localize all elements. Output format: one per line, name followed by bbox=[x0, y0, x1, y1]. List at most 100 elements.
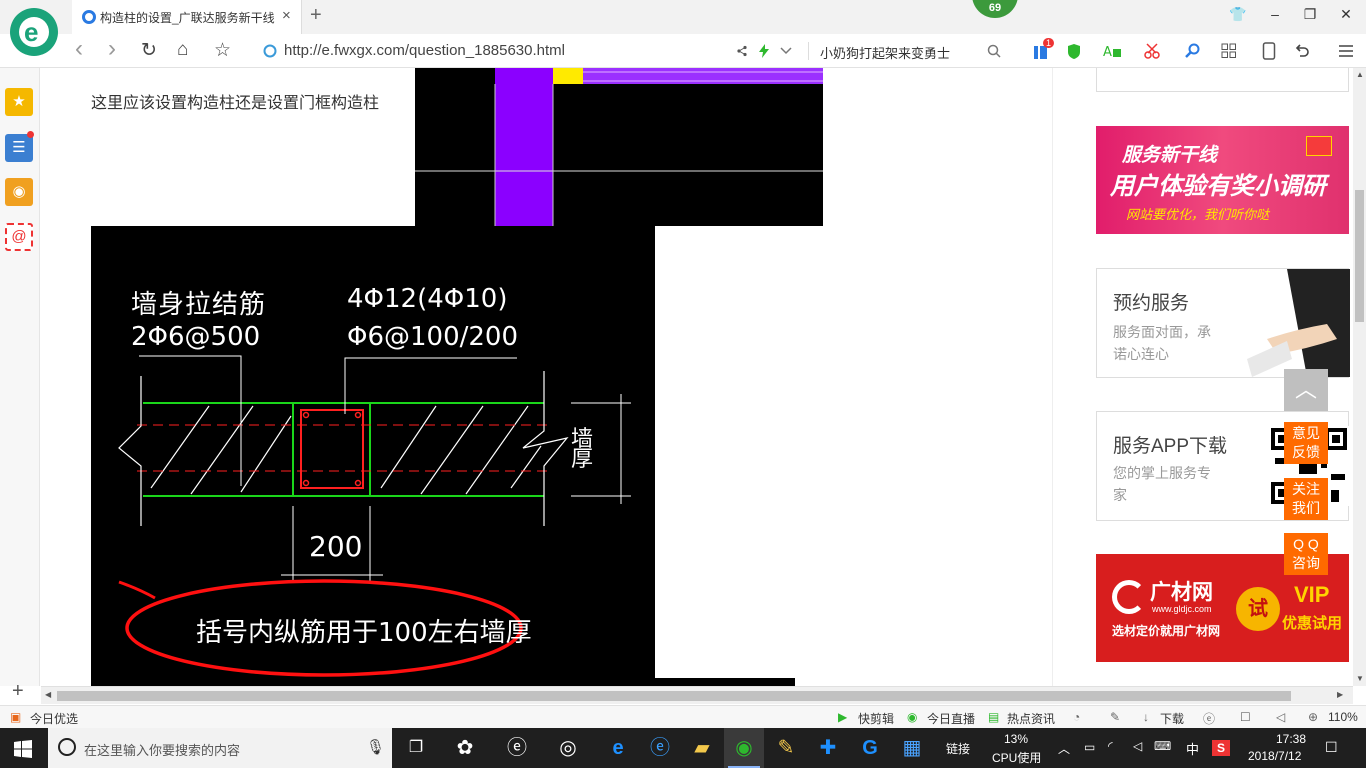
file-explorer-icon[interactable]: ▰ bbox=[682, 728, 722, 768]
minimize-button[interactable]: – bbox=[1265, 6, 1285, 22]
ime-indicator[interactable]: 中 bbox=[1186, 739, 1199, 758]
horizontal-scrollbar[interactable]: ◀ ▶ bbox=[41, 686, 1353, 704]
booking-desc-2: 诺心连心 bbox=[1113, 346, 1169, 362]
taskbar-search-box[interactable]: 在这里输入你要搜索的内容 🎙 bbox=[48, 728, 392, 768]
search-box[interactable]: 小奶狗打起架来变勇士 bbox=[812, 39, 1012, 63]
home-button[interactable]: ⌂ bbox=[177, 39, 188, 61]
fan-app-icon[interactable]: ✿ bbox=[445, 728, 485, 768]
window-mode-icon[interactable]: ☐ bbox=[1240, 710, 1251, 724]
taskbar-search-placeholder[interactable]: 在这里输入你要搜索的内容 bbox=[84, 740, 240, 759]
search-icon[interactable] bbox=[987, 44, 1001, 58]
active-browser-icon[interactable]: ◉ bbox=[724, 728, 764, 768]
close-window-button[interactable]: ✕ bbox=[1336, 6, 1356, 23]
apps-grid-icon[interactable] bbox=[1221, 43, 1237, 59]
qq-consult-button[interactable]: Q Q 咨询 bbox=[1284, 533, 1328, 575]
action-center-icon[interactable]: ☐ bbox=[1325, 739, 1338, 756]
menu-icon[interactable] bbox=[1338, 44, 1354, 58]
clock-date[interactable]: 2018/7/12 bbox=[1248, 749, 1301, 763]
today-picks-link[interactable]: 今日优选 bbox=[30, 710, 78, 727]
live-icon[interactable]: ◉ bbox=[907, 710, 917, 724]
screenshot-scissors-icon[interactable] bbox=[1144, 43, 1160, 59]
zoom-level[interactable]: 110% bbox=[1328, 710, 1358, 724]
horizontal-scroll-thumb[interactable] bbox=[57, 691, 1291, 701]
download-link[interactable]: 下载 bbox=[1160, 710, 1184, 727]
translate-icon[interactable]: A bbox=[1103, 43, 1121, 59]
glodon-app-icon[interactable]: G bbox=[850, 728, 890, 768]
tab-close-button[interactable]: × bbox=[282, 7, 291, 24]
notepad-icon[interactable]: ✎ bbox=[766, 728, 806, 768]
email-icon[interactable]: @ bbox=[5, 223, 33, 251]
new-tab-button[interactable]: + bbox=[310, 4, 322, 27]
top-card-partial[interactable] bbox=[1096, 68, 1349, 92]
download-arrow-icon[interactable]: ↓ bbox=[1143, 710, 1149, 724]
scroll-right-arrow-icon[interactable]: ▶ bbox=[1337, 690, 1343, 699]
favorite-star-button[interactable]: ☆ bbox=[214, 39, 231, 62]
gift-icon[interactable]: ▣ bbox=[10, 710, 21, 724]
speed-icon[interactable]: ◔ bbox=[1073, 710, 1080, 724]
taskbar: 在这里输入你要搜索的内容 🎙 ❐ ✿ ⓔ ◎ e ⓔ ▰ ◉ ✎ ✚ G ▦ 链… bbox=[0, 728, 1366, 768]
calculator-app-icon[interactable]: ▦ bbox=[892, 728, 932, 768]
volume-icon[interactable]: ◁ bbox=[1133, 739, 1142, 753]
wifi-icon[interactable]: ◜ bbox=[1108, 739, 1113, 753]
clock-time[interactable]: 17:38 bbox=[1276, 732, 1306, 746]
internet-explorer-icon[interactable]: ⓔ bbox=[640, 728, 680, 768]
browser-tab[interactable]: 构造柱的设置_广联达服务新干线 × bbox=[72, 0, 302, 34]
chevron-down-icon[interactable] bbox=[780, 47, 792, 55]
shield-icon[interactable] bbox=[1066, 43, 1082, 60]
browser-logo-icon[interactable]: e bbox=[10, 8, 58, 56]
address-bar[interactable]: http://e.fwxgx.com/question_1885630.html bbox=[258, 39, 803, 63]
keyboard-icon[interactable]: ⌨ bbox=[1154, 739, 1171, 753]
scroll-up-arrow-icon[interactable]: ▲ bbox=[1356, 70, 1364, 79]
today-live-link[interactable]: 今日直播 bbox=[927, 710, 975, 727]
reading-list-icon[interactable]: ☰ bbox=[5, 134, 33, 162]
survey-banner[interactable]: 服务新干线 用户体验有奖小调研 网站要优化，我们听你哒 bbox=[1096, 126, 1349, 234]
undo-icon[interactable] bbox=[1294, 43, 1310, 59]
pin-icon[interactable]: ✎ bbox=[1110, 710, 1120, 724]
find-icon[interactable] bbox=[1185, 43, 1201, 59]
links-toolbar[interactable]: 链接 bbox=[946, 740, 970, 757]
add-sidebar-button[interactable]: + bbox=[12, 680, 24, 703]
battery-icon[interactable]: ▭ bbox=[1084, 740, 1095, 754]
lightning-icon[interactable] bbox=[758, 44, 770, 58]
scroll-left-arrow-icon[interactable]: ◀ bbox=[45, 690, 51, 699]
score-badge[interactable]: 69 bbox=[972, 0, 1018, 18]
forward-button[interactable]: › bbox=[108, 35, 116, 63]
url-text[interactable]: http://e.fwxgx.com/question_1885630.html bbox=[284, 42, 565, 59]
mute-icon[interactable]: ◁ bbox=[1276, 710, 1285, 724]
share-icon[interactable] bbox=[736, 45, 748, 57]
scroll-down-arrow-icon[interactable]: ▼ bbox=[1356, 674, 1364, 683]
ie-browser-icon[interactable]: ⓔ bbox=[497, 728, 537, 768]
windows-start-icon[interactable] bbox=[14, 740, 32, 758]
360-browser-icon[interactable]: ◎ bbox=[548, 728, 588, 768]
skin-icon[interactable]: 👕 bbox=[1228, 6, 1248, 23]
vertical-scroll-thumb[interactable] bbox=[1355, 190, 1364, 322]
back-button[interactable]: ‹ bbox=[75, 35, 83, 63]
refresh-button[interactable]: ↻ bbox=[141, 39, 157, 62]
site-secure-icon bbox=[263, 44, 277, 58]
weibo-icon[interactable]: ◉ bbox=[5, 178, 33, 206]
mobile-icon[interactable] bbox=[1262, 42, 1276, 60]
back-to-top-button[interactable]: ︿ bbox=[1284, 369, 1328, 411]
feedback-label-1: 意见 bbox=[1292, 425, 1320, 441]
zoom-icon[interactable]: ⊕ bbox=[1308, 710, 1318, 724]
booking-service-card[interactable]: 预约服务 服务面对面，承 诺心连心 bbox=[1096, 268, 1350, 378]
follow-us-button[interactable]: 关注 我们 bbox=[1284, 478, 1328, 520]
tool-notification-badge: 1 bbox=[1043, 38, 1055, 48]
favorites-star-icon[interactable]: ★ bbox=[5, 88, 33, 116]
tool-app-icon[interactable]: ✚ bbox=[808, 728, 848, 768]
vertical-scrollbar[interactable]: ▲ ▼ bbox=[1353, 68, 1366, 686]
ie-mode-icon[interactable]: ⓔ bbox=[1203, 710, 1215, 727]
restore-button[interactable]: ❐ bbox=[1300, 6, 1320, 23]
task-view-icon[interactable]: ❐ bbox=[396, 728, 436, 768]
feedback-button[interactable]: 意见 反馈 bbox=[1284, 422, 1328, 464]
sogou-ime-icon[interactable]: S bbox=[1212, 740, 1230, 756]
edge-icon[interactable]: e bbox=[598, 728, 638, 768]
quick-clip-link[interactable]: 快剪辑 bbox=[858, 710, 894, 727]
notification-dot bbox=[27, 131, 34, 138]
search-text[interactable]: 小奶狗打起架来变勇士 bbox=[820, 43, 950, 62]
hot-news-link[interactable]: 热点资讯 bbox=[1007, 710, 1055, 727]
microphone-icon[interactable]: 🎙 bbox=[366, 738, 385, 756]
tray-expand-icon[interactable]: ︿ bbox=[1058, 740, 1070, 757]
clip-icon[interactable]: ▶ bbox=[838, 710, 847, 724]
news-icon[interactable]: ▤ bbox=[988, 710, 999, 724]
